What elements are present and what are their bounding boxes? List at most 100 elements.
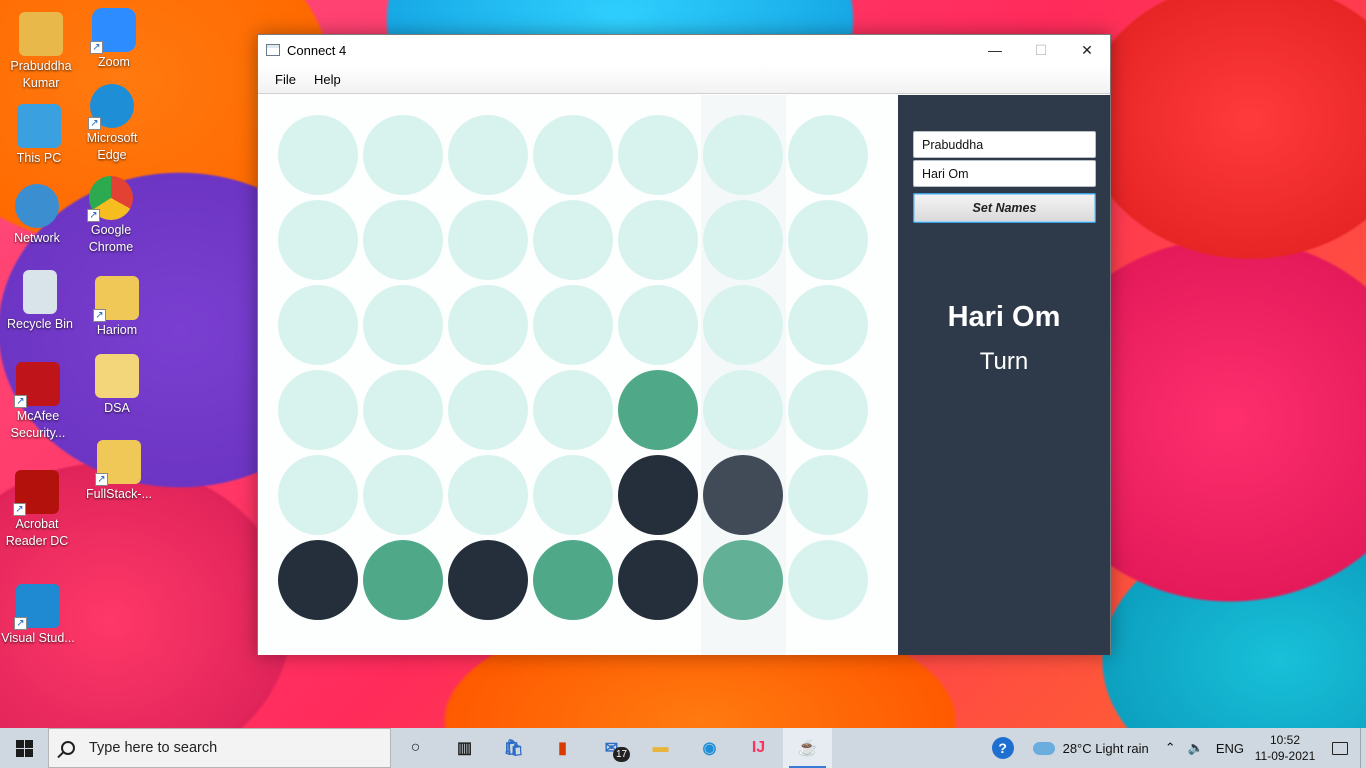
board-cell[interactable] <box>785 282 870 367</box>
board-cell[interactable] <box>615 282 700 367</box>
board-cell[interactable] <box>275 112 360 197</box>
board-cell[interactable] <box>785 112 870 197</box>
board-cell[interactable] <box>785 452 870 537</box>
folder-icon: ↗ <box>95 440 141 486</box>
taskbar-task-view-button[interactable]: ▥ <box>440 728 489 768</box>
board-cell[interactable] <box>530 367 615 452</box>
board-cell[interactable] <box>530 197 615 282</box>
board-cell[interactable] <box>785 197 870 282</box>
board-cell[interactable] <box>275 197 360 282</box>
desktop-icon-network[interactable]: Network <box>0 184 75 247</box>
desktop-icon-acrobat[interactable]: ↗ Acrobat Reader DC <box>0 470 75 550</box>
chevron-up-icon[interactable]: ⌃ <box>1159 740 1182 756</box>
board-cell[interactable] <box>360 282 445 367</box>
office-icon: ▮ <box>558 740 567 757</box>
board-cell[interactable] <box>530 112 615 197</box>
board-cell[interactable] <box>360 452 445 537</box>
board-cell[interactable] <box>615 537 700 622</box>
taskbar-mail-button[interactable]: ✉ 17 <box>587 728 636 768</box>
board-cell[interactable] <box>785 367 870 452</box>
board-cell[interactable] <box>275 282 360 367</box>
game-board[interactable] <box>258 95 898 655</box>
weather-widget[interactable]: 28°C Light rain <box>1023 741 1159 756</box>
taskbar-search-box[interactable]: Type here to search <box>48 728 391 768</box>
taskbar-file-explorer-button[interactable]: ▬ <box>636 728 685 768</box>
board-cell[interactable] <box>360 367 445 452</box>
start-button[interactable] <box>0 728 48 768</box>
game-disc <box>702 539 783 620</box>
notification-icon[interactable] <box>1320 728 1360 768</box>
clock-time: 10:52 <box>1269 733 1301 747</box>
board-cell[interactable] <box>785 537 870 622</box>
clock[interactable]: 10:52 11-09-2021 <box>1250 732 1320 764</box>
desktop-icon-zoom[interactable]: ↗ Zoom <box>76 8 152 71</box>
title-bar[interactable]: Connect 4 — ☐ ✕ <box>258 35 1110 65</box>
taskbar-java-button[interactable]: ☕ <box>783 728 832 768</box>
desktop-icon-prabuddha-kumar[interactable]: Prabuddha Kumar <box>3 12 79 92</box>
board-cell[interactable] <box>700 282 785 367</box>
board-cell[interactable] <box>530 452 615 537</box>
menu-file[interactable]: File <box>266 68 305 91</box>
desktop-icon-recycle-bin[interactable]: Recycle Bin <box>2 270 78 333</box>
board-cell[interactable] <box>445 112 530 197</box>
connect4-window: Connect 4 — ☐ ✕ File Help Set Names Hari… <box>257 34 1111 655</box>
taskbar-store-button[interactable]: 🛍 <box>489 728 538 768</box>
game-disc <box>617 369 698 450</box>
board-cell[interactable] <box>700 367 785 452</box>
empty-slot <box>532 114 613 195</box>
help-icon[interactable]: ? <box>983 728 1023 768</box>
set-names-button[interactable]: Set Names <box>913 193 1096 223</box>
language-indicator[interactable]: ENG <box>1210 741 1250 756</box>
board-cell[interactable] <box>275 537 360 622</box>
board-cell[interactable] <box>530 282 615 367</box>
desktop-icon-label: DSA <box>104 401 130 415</box>
desktop-icon-chrome[interactable]: ↗ Google Chrome <box>73 176 149 256</box>
player2-name-input[interactable] <box>913 160 1096 187</box>
board-cell[interactable] <box>615 452 700 537</box>
computer-icon <box>17 104 61 148</box>
show-desktop-button[interactable] <box>1360 728 1366 768</box>
board-cell[interactable] <box>360 537 445 622</box>
board-cell[interactable] <box>445 367 530 452</box>
edge-icon: ◉ <box>702 740 717 757</box>
game-disc <box>532 539 613 620</box>
board-cell[interactable] <box>445 282 530 367</box>
desktop-icon-dsa[interactable]: DSA <box>79 354 155 417</box>
taskbar-office-button[interactable]: ▮ <box>538 728 587 768</box>
desktop-icon-fullstack[interactable]: ↗ FullStack-... <box>81 440 157 503</box>
board-cell[interactable] <box>360 197 445 282</box>
board-cell[interactable] <box>360 112 445 197</box>
desktop-icon-label: Prabuddha Kumar <box>10 59 72 90</box>
desktop-icon-label: Acrobat Reader DC <box>5 517 69 548</box>
board-cell[interactable] <box>700 197 785 282</box>
taskbar-cortana-button[interactable]: ○ <box>391 728 440 768</box>
board-cell[interactable] <box>700 112 785 197</box>
board-cell[interactable] <box>275 367 360 452</box>
board-cell[interactable] <box>615 197 700 282</box>
board-cell[interactable] <box>445 452 530 537</box>
desktop-icon-vscode[interactable]: ↗ Visual Stud... <box>0 584 76 647</box>
desktop-icon-this-pc[interactable]: This PC <box>1 104 77 167</box>
desktop-icon-edge[interactable]: ↗ Microsoft Edge <box>74 84 150 164</box>
current-player-name: Hari Om <box>947 301 1061 333</box>
board-cell[interactable] <box>700 537 785 622</box>
taskbar-edge-button[interactable]: ◉ <box>685 728 734 768</box>
board-cell[interactable] <box>530 537 615 622</box>
close-button[interactable]: ✕ <box>1064 35 1110 65</box>
minimize-button[interactable]: — <box>972 35 1018 65</box>
speaker-icon[interactable]: 🔈 <box>1182 740 1210 756</box>
board-cell[interactable] <box>615 112 700 197</box>
taskbar-intellij-button[interactable]: IJ <box>734 728 783 768</box>
menu-help[interactable]: Help <box>305 68 350 91</box>
board-cell[interactable] <box>615 367 700 452</box>
board-cell[interactable] <box>445 197 530 282</box>
board-cell[interactable] <box>275 452 360 537</box>
maximize-button[interactable]: ☐ <box>1018 35 1064 65</box>
player1-name-input[interactable] <box>913 131 1096 158</box>
desktop-icon-hariom[interactable]: ↗ Hariom <box>79 276 155 339</box>
empty-slot <box>277 114 358 195</box>
chrome-icon: ↗ <box>87 176 133 222</box>
board-cell[interactable] <box>700 452 785 537</box>
desktop-icon-mcafee[interactable]: ↗ McAfee Security... <box>0 362 76 442</box>
board-cell[interactable] <box>445 537 530 622</box>
